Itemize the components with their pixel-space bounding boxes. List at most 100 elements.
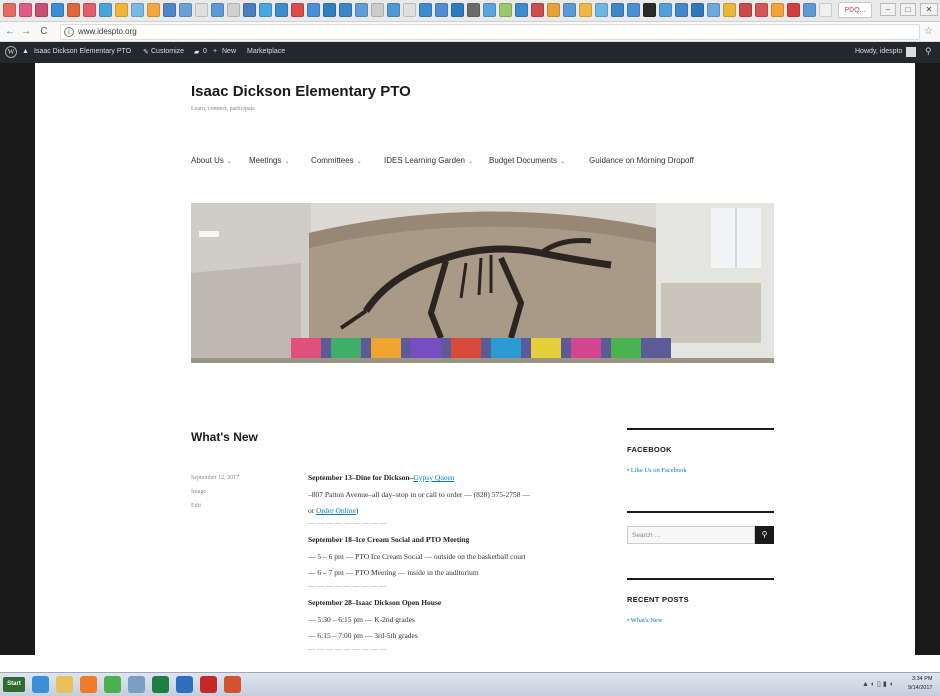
search-submit-icon[interactable]: ⚲: [755, 526, 774, 544]
post-edit-link[interactable]: Edit: [191, 503, 201, 509]
browser-tab[interactable]: [403, 3, 416, 17]
avatar[interactable]: [906, 47, 916, 57]
browser-tab[interactable]: [163, 3, 176, 17]
search-input[interactable]: Search …: [627, 526, 755, 544]
chrome-icon[interactable]: [104, 676, 121, 693]
browser-tab[interactable]: [435, 3, 448, 17]
browser-tab[interactable]: [499, 3, 512, 17]
browser-tab[interactable]: [803, 3, 816, 17]
chevron-down-icon[interactable]: ⌄: [560, 159, 565, 165]
system-tray[interactable]: ▲ ◐ ▯ ▮ ◑: [862, 680, 893, 688]
chevron-down-icon[interactable]: ⌄: [468, 159, 473, 165]
admin-marketplace[interactable]: Marketplace: [247, 48, 285, 55]
search-icon[interactable]: ⚲: [925, 46, 932, 57]
browser-tab[interactable]: [3, 3, 16, 17]
nav-item-label[interactable]: About Us: [191, 156, 224, 165]
media-icon[interactable]: [80, 676, 97, 693]
comment-icon[interactable]: ▰: [194, 48, 199, 56]
order-online-link[interactable]: Order Online: [316, 506, 356, 515]
folder-icon[interactable]: [56, 676, 73, 693]
browser-tab[interactable]: [115, 3, 128, 17]
nav-item[interactable]: IDES Learning Garden ⌄: [384, 156, 473, 165]
acrobat-icon[interactable]: [200, 676, 217, 693]
recent-post-link-text[interactable]: What's New: [631, 617, 663, 624]
browser-tab[interactable]: [67, 3, 80, 17]
nav-item-label[interactable]: Guidance on Morning Dropoff: [589, 156, 694, 165]
nav-item-label[interactable]: Budget Documents: [489, 156, 557, 165]
clock-date[interactable]: 9/14/2017: [908, 685, 932, 691]
browser-tab[interactable]: [211, 3, 224, 17]
browser-tab[interactable]: [195, 3, 208, 17]
browser-tab[interactable]: [259, 3, 272, 17]
browser-tab[interactable]: [627, 3, 640, 17]
browser-tab[interactable]: [787, 3, 800, 17]
nav-item[interactable]: Committees ⌄: [311, 156, 362, 165]
powerpoint-icon[interactable]: [224, 676, 241, 693]
browser-tab[interactable]: [563, 3, 576, 17]
comment-count[interactable]: 0: [203, 48, 207, 55]
nav-item-label[interactable]: IDES Learning Garden: [384, 156, 465, 165]
nav-item[interactable]: Budget Documents ⌄: [489, 156, 565, 165]
browser-tab[interactable]: [243, 3, 256, 17]
tab-overflow[interactable]: PDQ...: [838, 2, 872, 18]
chevron-down-icon[interactable]: ⌄: [284, 159, 289, 165]
browser-tab[interactable]: [147, 3, 160, 17]
facebook-link[interactable]: • Like Us on Facebook: [627, 467, 687, 474]
url-text[interactable]: www.idespto.org: [78, 27, 137, 36]
admin-new[interactable]: New: [222, 48, 236, 55]
bookmark-star-icon[interactable]: ☆: [924, 26, 933, 37]
browser-tab[interactable]: [291, 3, 304, 17]
url-input[interactable]: i www.idespto.org: [60, 24, 920, 40]
browser-tab[interactable]: [819, 3, 832, 17]
browser-tab[interactable]: [51, 3, 64, 17]
network-icon[interactable]: [128, 676, 145, 693]
browser-tab[interactable]: [739, 3, 752, 17]
post-date[interactable]: September 12, 2017: [191, 475, 239, 481]
info-icon[interactable]: i: [64, 27, 74, 37]
browser-tab[interactable]: [675, 3, 688, 17]
maximize-button[interactable]: □: [900, 3, 916, 16]
post-title[interactable]: What's New: [191, 430, 258, 444]
browser-tab[interactable]: [371, 3, 384, 17]
nav-item[interactable]: Guidance on Morning Dropoff: [589, 156, 694, 165]
home-icon[interactable]: ▲: [22, 48, 29, 55]
browser-tab[interactable]: [579, 3, 592, 17]
browser-tab[interactable]: [771, 3, 784, 17]
browser-tab[interactable]: [227, 3, 240, 17]
admin-site-name[interactable]: Isaac Dickson Elementary PTO: [34, 48, 131, 55]
wordpress-logo-icon[interactable]: W: [5, 46, 17, 58]
back-icon[interactable]: ←: [4, 25, 16, 39]
start-button[interactable]: Start: [3, 677, 25, 692]
browser-tab[interactable]: [83, 3, 96, 17]
chevron-down-icon[interactable]: ⌄: [357, 159, 362, 165]
browser-tab[interactable]: [323, 3, 336, 17]
nav-item[interactable]: Meetings ⌄: [249, 156, 290, 165]
close-window-button[interactable]: ✕: [920, 3, 938, 16]
admin-howdy[interactable]: Howdy, idespto: [855, 48, 902, 55]
browser-tab[interactable]: [419, 3, 432, 17]
chevron-down-icon[interactable]: ⌄: [227, 159, 232, 165]
gypsy-queen-link[interactable]: Gypsy Queen: [413, 473, 454, 482]
browser-tab[interactable]: [707, 3, 720, 17]
browser-tab[interactable]: [307, 3, 320, 17]
browser-tab[interactable]: [483, 3, 496, 17]
browser-tab[interactable]: [755, 3, 768, 17]
nav-item-label[interactable]: Meetings: [249, 156, 281, 165]
browser-tab[interactable]: [643, 3, 656, 17]
browser-tab[interactable]: [339, 3, 352, 17]
browser-tab[interactable]: [35, 3, 48, 17]
browser-tab[interactable]: [387, 3, 400, 17]
browser-tab[interactable]: [595, 3, 608, 17]
browser-tab[interactable]: [131, 3, 144, 17]
browser-tab[interactable]: [275, 3, 288, 17]
admin-customize[interactable]: Customize: [151, 48, 184, 55]
minimize-button[interactable]: –: [880, 3, 896, 16]
browser-tab[interactable]: [659, 3, 672, 17]
browser-tab[interactable]: [355, 3, 368, 17]
browser-tab[interactable]: [547, 3, 560, 17]
recent-post-link[interactable]: • What's New: [627, 617, 662, 624]
forward-icon[interactable]: →: [20, 25, 32, 39]
browser-tab[interactable]: [467, 3, 480, 17]
reload-icon[interactable]: C: [38, 25, 50, 39]
browser-tab[interactable]: [515, 3, 528, 17]
